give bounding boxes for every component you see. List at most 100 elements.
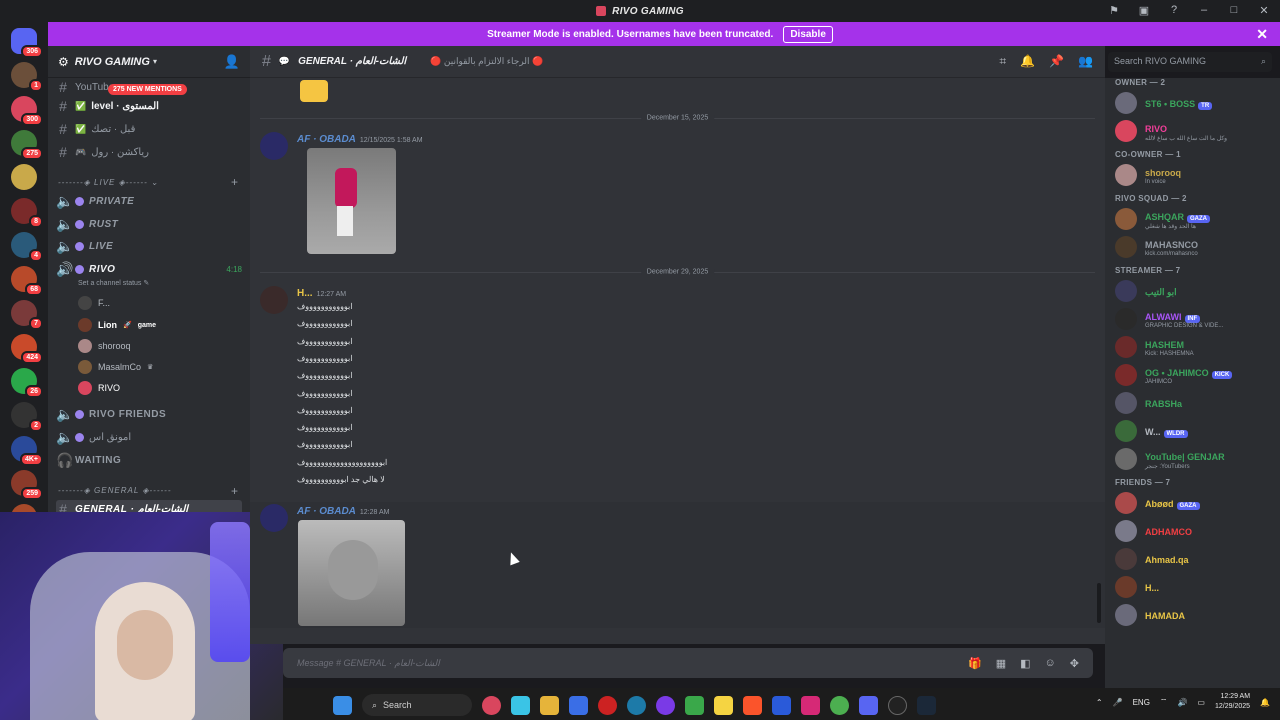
add-channel-icon[interactable]: +: [231, 175, 238, 189]
gif-icon[interactable]: ▦: [996, 657, 1006, 670]
voice-rust[interactable]: 🔈 RUST: [56, 215, 118, 233]
channel-reaction[interactable]: # 🎮 رياكشن · رول: [56, 143, 149, 161]
server-icon[interactable]: 1: [11, 62, 43, 92]
wifi-icon[interactable]: ⌔: [1160, 697, 1168, 707]
banner-close-icon[interactable]: ✕: [1256, 26, 1268, 43]
members-icon[interactable]: 👥: [1078, 54, 1093, 69]
obs-icon[interactable]: [598, 695, 617, 715]
message-image[interactable]: [307, 148, 396, 254]
message-author[interactable]: H... 12:27 AM: [297, 288, 346, 299]
category-general[interactable]: -------◈ GENERAL ◈------: [58, 486, 171, 495]
folder-icon[interactable]: [540, 695, 559, 715]
disable-button[interactable]: Disable: [783, 25, 833, 43]
member-row[interactable]: YouTube| GENJAR جنجر :YouTubers: [1115, 448, 1275, 470]
member-row[interactable]: ST6 • BOSS TR: [1115, 92, 1275, 114]
app-icon[interactable]: [888, 695, 907, 715]
category-live[interactable]: -------◈ LIVE ◈------ ⌄: [58, 178, 159, 187]
avatar[interactable]: [260, 286, 288, 314]
channel-youtube[interactable]: # YouTube: [56, 78, 114, 96]
member-row[interactable]: RIVO وكل ما الت ساغ الله ب ساغ لالله: [1115, 120, 1275, 142]
scrollbar[interactable]: [1097, 583, 1101, 623]
server-icon[interactable]: 7: [11, 300, 43, 330]
gift-icon[interactable]: 🎁: [968, 657, 982, 670]
start-icon[interactable]: [333, 695, 352, 715]
voice-rivo-friends[interactable]: 🔈 RIVO FRIENDS: [56, 405, 166, 423]
member-row[interactable]: H...: [1115, 576, 1275, 598]
pin-icon[interactable]: 📌: [1049, 54, 1064, 69]
server-icon[interactable]: 424: [11, 334, 43, 364]
help-icon[interactable]: ?: [1166, 2, 1182, 18]
voice-live[interactable]: 🔈 LIVE: [56, 237, 113, 255]
server-icon[interactable]: 26: [11, 368, 43, 398]
minimize-button[interactable]: –: [1196, 2, 1212, 18]
channel-topic[interactable]: 🔴 الرجاء الالتزام بالقوانين 🔴: [430, 56, 543, 67]
voice-user[interactable]: Lion 🚀 game: [78, 318, 156, 332]
app-icon[interactable]: [685, 695, 704, 715]
member-row[interactable]: ALWAWI INF GRAPHIC DESIGN & VIDE...: [1115, 308, 1275, 330]
member-row[interactable]: Abøød GAZA: [1115, 492, 1275, 514]
battery-icon[interactable]: ▭: [1197, 698, 1205, 707]
member-row[interactable]: ADHAMCO: [1115, 520, 1275, 542]
sticker-icon[interactable]: ◧: [1020, 657, 1030, 670]
language-indicator[interactable]: ENG: [1133, 698, 1150, 707]
message-author[interactable]: AF · OBADA 12:28 AM: [297, 506, 389, 517]
new-mentions-badge[interactable]: 275 NEW MENTIONS: [108, 84, 187, 95]
voice-amonq[interactable]: 🔈 امونق اس: [56, 428, 131, 446]
bell-icon[interactable]: 🔔: [1260, 698, 1270, 707]
copilot-icon[interactable]: [511, 695, 530, 715]
message-input[interactable]: Message # GENERAL · الشات-العام 🎁 ▦ ◧ ☺ …: [283, 648, 1093, 678]
message-author[interactable]: AF · OBADA 12/15/2025 1:58 AM: [297, 134, 423, 145]
instagram-icon[interactable]: [801, 695, 820, 715]
app-icon[interactable]: [656, 695, 675, 715]
brave-icon[interactable]: [743, 695, 762, 715]
threads-icon[interactable]: ⌗: [999, 54, 1006, 69]
voice-private[interactable]: 🔈 PRIVATE: [56, 192, 134, 210]
server-icon[interactable]: 8: [11, 198, 43, 228]
server-icon[interactable]: 4: [11, 232, 43, 262]
member-row[interactable]: MAHASNCO kick.com/mahasnco: [1115, 236, 1275, 258]
member-row[interactable]: Ahmad.qa: [1115, 548, 1275, 570]
volume-icon[interactable]: 🔊: [1177, 698, 1187, 707]
server-icon[interactable]: 300: [11, 96, 43, 126]
taskbar-search[interactable]: ⌕ Search: [362, 694, 472, 716]
avatar[interactable]: [260, 132, 288, 160]
voice-user[interactable]: F...: [78, 296, 110, 310]
server-icon[interactable]: 2: [11, 402, 43, 432]
voice-waiting[interactable]: 🎧 WAITING: [56, 451, 121, 469]
server-icon[interactable]: 68: [11, 266, 43, 296]
chevron-up-icon[interactable]: ⌃: [1096, 698, 1103, 707]
app-icon[interactable]: [772, 695, 791, 715]
voice-user[interactable]: shorooq: [78, 339, 131, 353]
server-icon[interactable]: 275: [11, 130, 43, 160]
channel-qabl[interactable]: # ✅ قبل · تصك: [56, 120, 135, 138]
emoji-icon[interactable]: ☺: [1045, 657, 1056, 670]
server-icon[interactable]: 4K+: [11, 436, 43, 466]
clock[interactable]: 12:29 AM 12/29/2025: [1215, 692, 1250, 712]
avatar[interactable]: [260, 504, 288, 532]
member-row[interactable]: HAMADA: [1115, 604, 1275, 626]
voice-user[interactable]: RIVO: [78, 381, 120, 395]
channel-level[interactable]: # ✅ level · المستوى: [56, 97, 159, 115]
store-icon[interactable]: [569, 695, 588, 715]
maximize-button[interactable]: □: [1226, 2, 1242, 18]
app-icon[interactable]: [627, 695, 646, 715]
screen-icon[interactable]: ▣: [1136, 2, 1152, 18]
server-icon[interactable]: 306: [11, 28, 43, 58]
member-row[interactable]: shorooq In voice: [1115, 164, 1275, 186]
chrome-icon[interactable]: [830, 695, 849, 715]
inbox-icon[interactable]: ⚑: [1106, 2, 1122, 18]
discord-icon[interactable]: [859, 695, 878, 715]
search-input[interactable]: Search RIVO GAMING ⌕: [1108, 52, 1272, 72]
bell-icon[interactable]: 🔔: [1020, 54, 1035, 69]
message-image[interactable]: [298, 520, 405, 626]
app-icon[interactable]: [482, 695, 501, 715]
steam-icon[interactable]: [917, 695, 936, 715]
apps-icon[interactable]: ✥: [1070, 657, 1079, 670]
voice-user[interactable]: MasalmCo ♛: [78, 360, 153, 374]
add-member-icon[interactable]: 👤: [224, 54, 240, 70]
member-row[interactable]: RABSHa: [1115, 392, 1275, 414]
member-row[interactable]: OG • JAHIMCO KICK JAHIMCO: [1115, 364, 1275, 386]
member-row[interactable]: HASHEM Kick: HASHEMNA: [1115, 336, 1275, 358]
server-icon[interactable]: [11, 164, 37, 190]
server-icon[interactable]: 259: [11, 470, 43, 500]
